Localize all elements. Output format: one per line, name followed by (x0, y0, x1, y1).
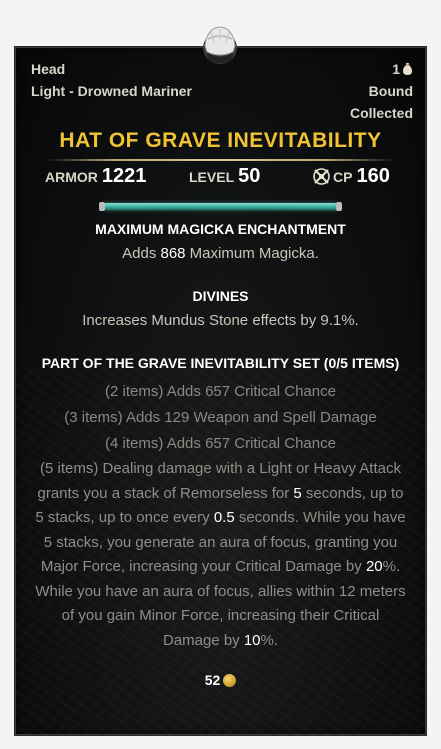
set-heading: PART OF THE GRAVE INEVITABILITY SET (0/5… (41, 355, 400, 371)
hat-icon (203, 26, 237, 64)
set-bonus-5-text: %. (260, 631, 279, 649)
item-name: HAT OF GRAVE INEVITABILITY (59, 129, 382, 152)
champion-point-icon (313, 168, 330, 185)
enchantment-desc: Adds 868 Maximum Magicka. (0, 245, 441, 262)
enchantment-heading: MAXIMUM MAGICKA ENCHANTMENT (95, 221, 346, 237)
enchantment-value: 868 (160, 245, 186, 262)
item-count: 1 (392, 61, 400, 77)
set-bonus-5-value: 0.5 (213, 509, 235, 526)
level-stat: LEVEL 50 (189, 165, 260, 188)
cp-value: 160 (356, 165, 390, 187)
bound-status: Bound (368, 83, 413, 99)
set-bonus-3: (3 items) Adds 129 Weapon and Spell Dama… (64, 409, 377, 426)
item-value: 52 (0, 672, 441, 688)
set-bonus-4: (4 items) Adds 657 Critical Chance (105, 435, 336, 452)
collected-status: Collected (349, 105, 413, 121)
set-bonus-5: (5 items) Dealing damage with a Light or… (34, 457, 407, 653)
trait-heading: DIVINES (192, 288, 249, 304)
title-divider (45, 159, 396, 161)
item-bag-icon (403, 63, 412, 75)
level-value: 50 (238, 165, 261, 187)
cp-label: CP (333, 169, 353, 185)
armor-stat: ARMOR 1221 (45, 165, 146, 188)
trait-desc: Increases Mundus Stone effects by 9.1%. (82, 312, 359, 329)
enchantment-charge-bar (99, 202, 342, 211)
cp-stat: CP 160 (312, 165, 390, 188)
set-bonus-5-value: 5 (293, 484, 302, 502)
enchantment-desc-prefix: Adds (122, 245, 161, 262)
item-slot: Head (31, 61, 66, 77)
armor-value: 1221 (101, 165, 147, 187)
item-type: Light - Drowned Mariner (31, 83, 192, 99)
set-bonus-5-value: 20 (365, 558, 383, 575)
item-count-row: 1 (392, 61, 413, 77)
gold-coin-icon (223, 674, 237, 687)
enchantment-desc-suffix: Maximum Magicka. (185, 245, 319, 262)
level-label: LEVEL (189, 169, 235, 185)
set-bonus-2: (2 items) Adds 657 Critical Chance (105, 383, 336, 400)
gold-value: 52 (204, 672, 221, 688)
armor-label: ARMOR (45, 169, 98, 185)
set-bonus-5-value: 10 (243, 631, 261, 649)
